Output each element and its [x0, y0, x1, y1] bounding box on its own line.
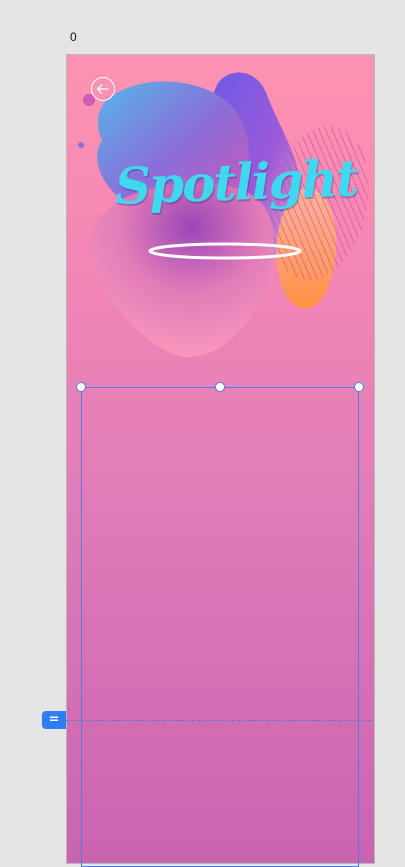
guide-handle[interactable]: =	[42, 711, 66, 729]
arrow-left-icon	[96, 84, 109, 94]
artboard[interactable]: Spotlight	[66, 54, 375, 864]
back-button[interactable]	[91, 77, 115, 101]
tiny-dot	[78, 142, 84, 148]
resize-handle-top-right[interactable]	[354, 382, 364, 392]
resize-handle-top-left[interactable]	[76, 382, 86, 392]
horizontal-guide-line	[66, 720, 371, 721]
abstract-blob-artwork	[78, 72, 369, 357]
resize-handle-top-middle[interactable]	[215, 382, 225, 392]
artboard-label[interactable]: 0	[70, 30, 77, 44]
spotlight-title: Spotlight	[114, 148, 358, 216]
